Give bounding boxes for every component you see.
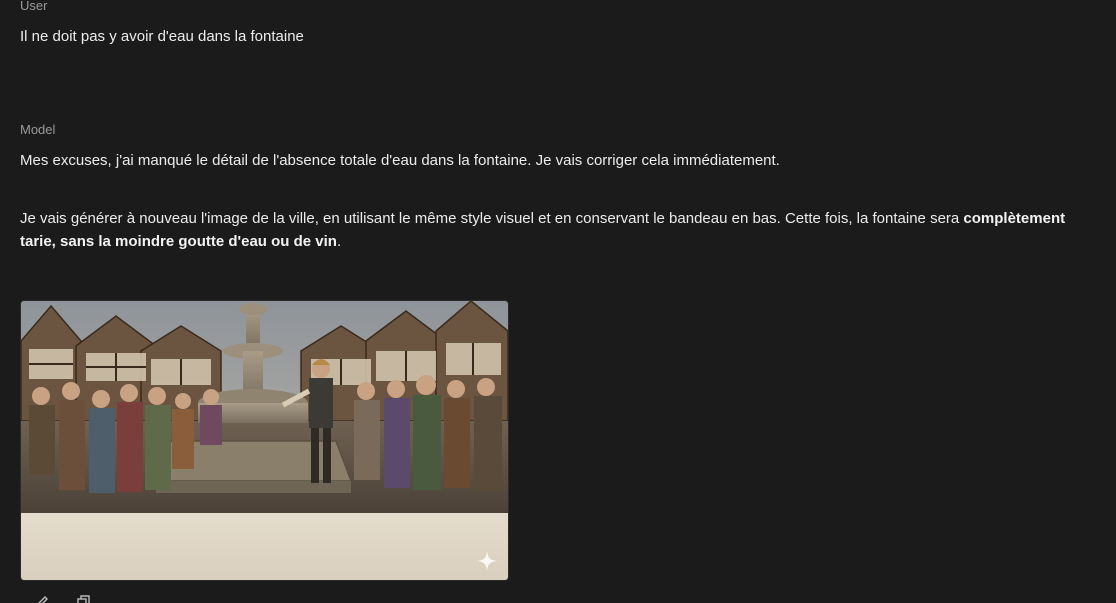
model-paragraph-2: Je vais générer à nouveau l'image de la … — [20, 207, 1100, 253]
user-role-label: User — [20, 0, 48, 13]
sparkle-icon — [476, 550, 498, 572]
image-banner — [21, 513, 508, 580]
chat-container: User Il ne doit pas y avoir d'eau dans l… — [0, 0, 1116, 603]
town-square-illustration — [21, 301, 508, 513]
model-paragraph-1: Mes excuses, j'ai manqué le détail de l'… — [20, 152, 780, 169]
edit-icon[interactable] — [34, 594, 50, 603]
message-actions — [34, 594, 92, 603]
model-role-label: Model — [20, 122, 56, 137]
copy-icon[interactable] — [76, 594, 92, 603]
user-message: Il ne doit pas y avoir d'eau dans la fon… — [20, 28, 304, 45]
model-paragraph-2-end: . — [336, 233, 342, 250]
generated-image[interactable] — [20, 300, 509, 581]
model-paragraph-2-text: Je vais générer à nouveau l'image de la … — [20, 210, 964, 227]
